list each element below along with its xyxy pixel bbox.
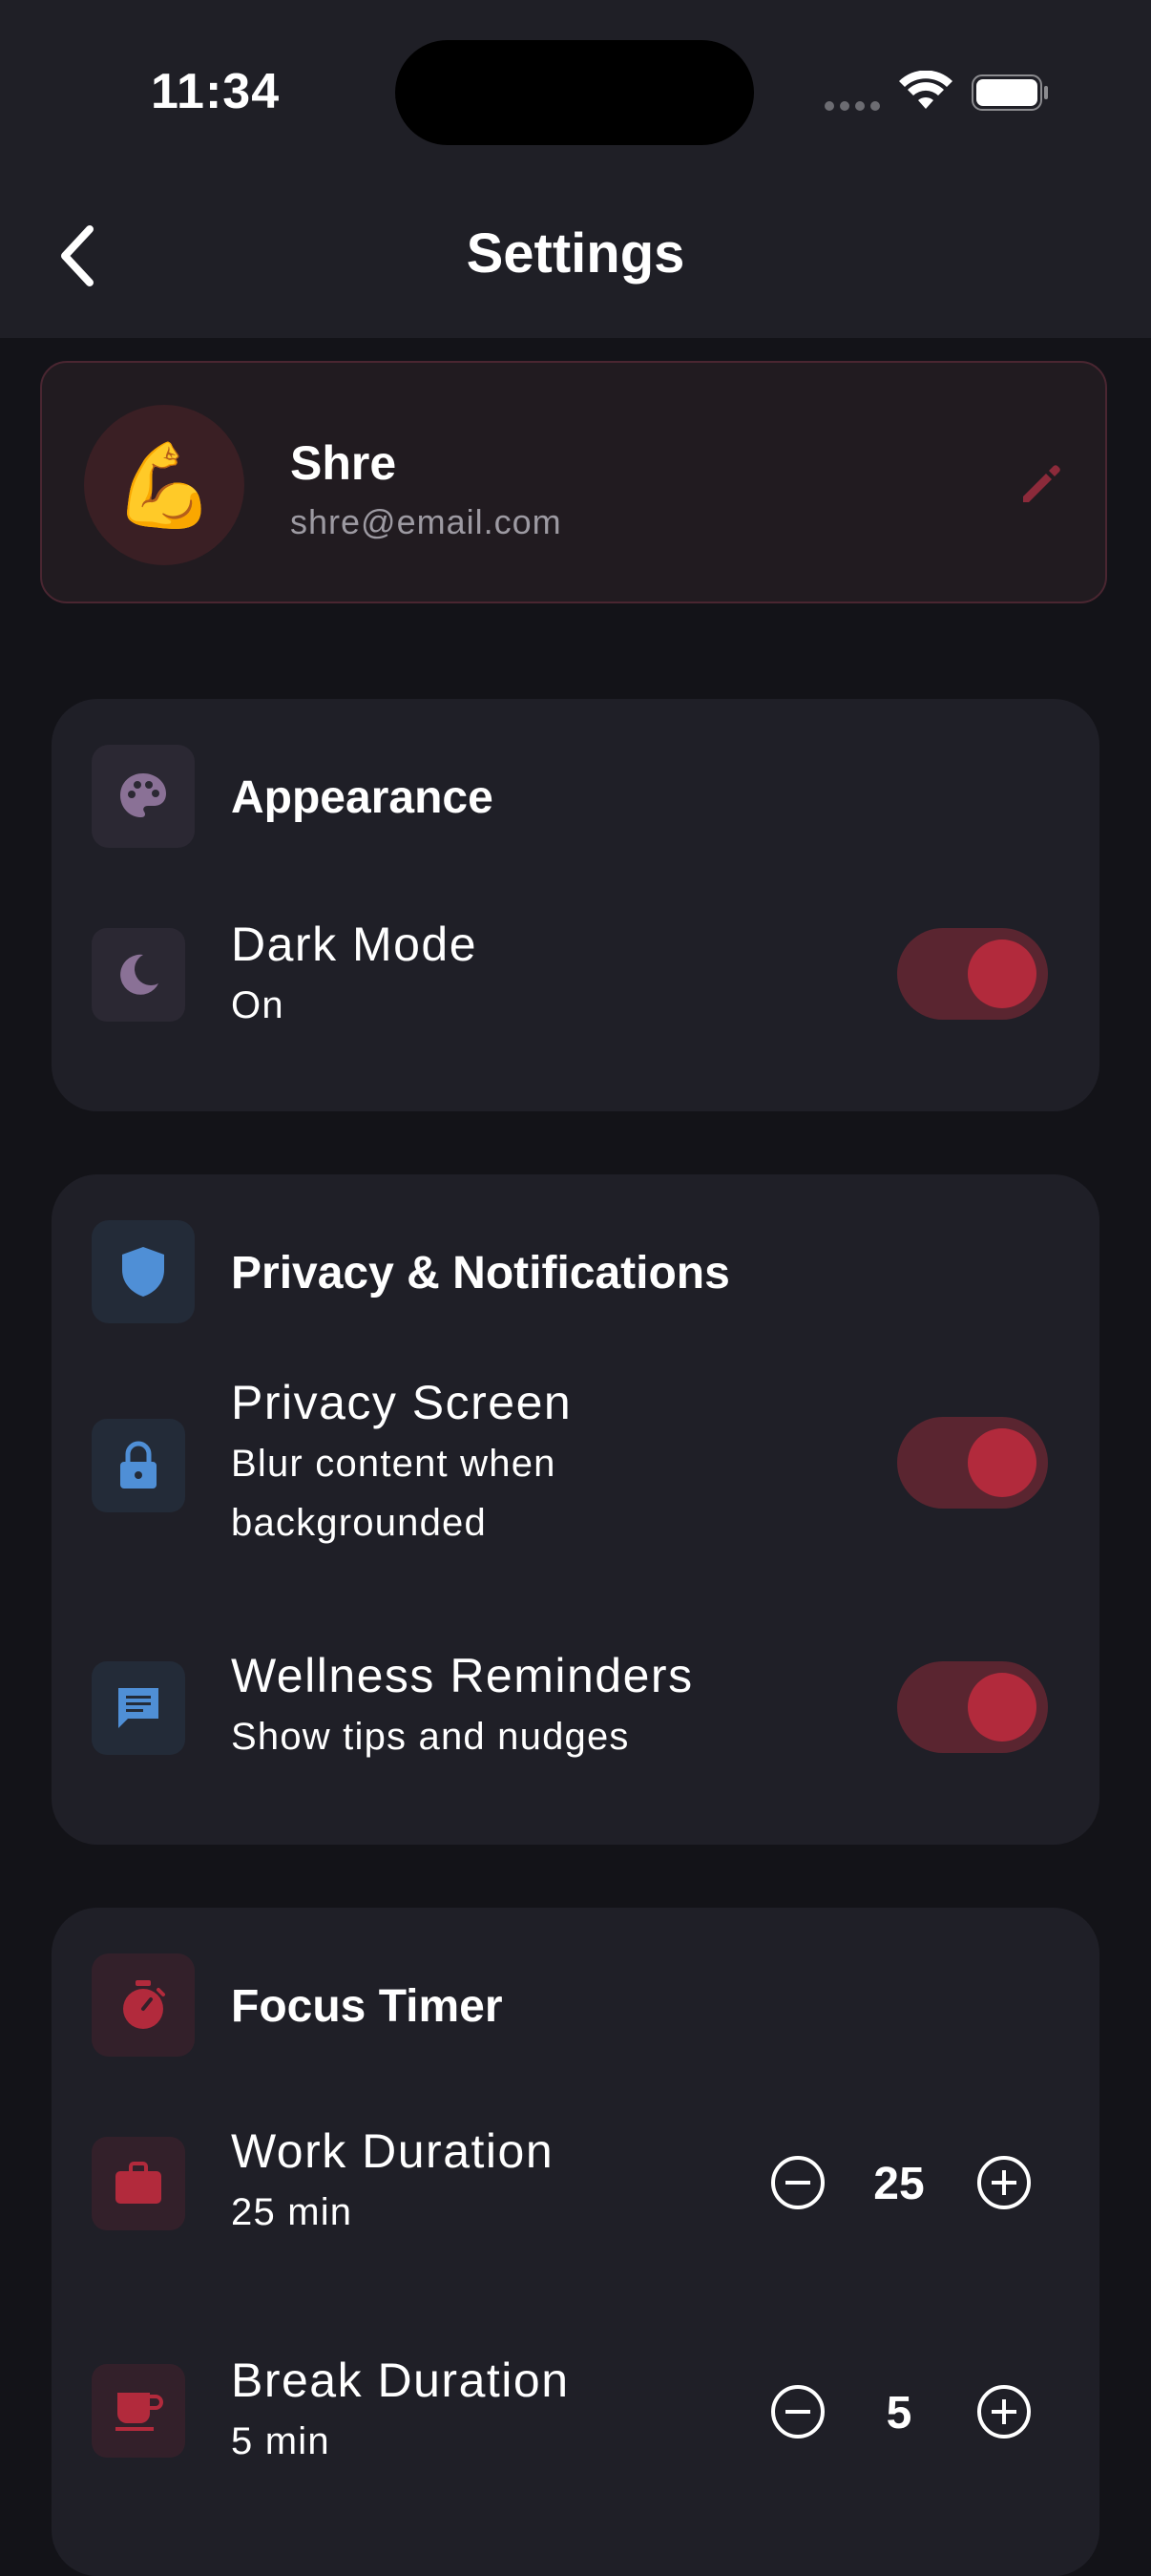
break-duration-value: 5 bbox=[886, 2388, 912, 2439]
work-duration-sub: 25 min bbox=[231, 2191, 353, 2233]
briefcase-icon bbox=[115, 2162, 161, 2204]
palette-icon bbox=[120, 773, 166, 817]
profile-name: Shre bbox=[290, 436, 397, 490]
break-increment-button[interactable] bbox=[975, 2383, 1033, 2440]
wifi-icon bbox=[899, 71, 952, 109]
work-decrement-button[interactable] bbox=[769, 2154, 827, 2211]
privacy-card: Privacy & Notifications Privacy Screen B… bbox=[52, 1174, 1099, 1845]
privacy-screen-sub-line2: backgrounded bbox=[231, 1502, 487, 1544]
break-duration-sub: 5 min bbox=[231, 2420, 330, 2462]
break-icon-box bbox=[92, 2364, 185, 2458]
privacy-screen-toggle[interactable] bbox=[897, 1417, 1048, 1509]
shield-icon bbox=[122, 1247, 164, 1297]
top-bar: 11:34 Settings bbox=[0, 0, 1151, 338]
cellular-signal-icon bbox=[825, 101, 880, 111]
wellness-icon-box bbox=[92, 1661, 185, 1755]
appearance-title: Appearance bbox=[231, 772, 493, 823]
avatar: 💪 bbox=[84, 405, 244, 565]
profile-card[interactable]: 💪 Shre shre@email.com bbox=[40, 361, 1107, 603]
work-increment-button[interactable] bbox=[975, 2154, 1033, 2211]
focus-timer-title: Focus Timer bbox=[231, 1981, 503, 2032]
page-title: Settings bbox=[466, 222, 685, 285]
work-duration-value: 25 bbox=[873, 2159, 925, 2209]
stopwatch-icon bbox=[123, 1980, 165, 2029]
toggle-knob bbox=[968, 1428, 1036, 1497]
work-icon-box bbox=[92, 2137, 185, 2230]
dark-mode-status: On bbox=[231, 984, 284, 1026]
privacy-screen-label: Privacy Screen bbox=[231, 1376, 573, 1429]
toggle-knob bbox=[968, 1673, 1036, 1742]
privacy-icon-box bbox=[92, 1220, 195, 1323]
status-time: 11:34 bbox=[151, 64, 281, 119]
wellness-toggle[interactable] bbox=[897, 1661, 1048, 1753]
privacy-title: Privacy & Notifications bbox=[231, 1248, 730, 1299]
dark-mode-label: Dark Mode bbox=[231, 918, 478, 971]
dark-mode-icon-box bbox=[92, 928, 185, 1022]
work-duration-label: Work Duration bbox=[231, 2124, 555, 2178]
battery-icon bbox=[972, 74, 1048, 111]
focus-timer-icon-box bbox=[92, 1953, 195, 2057]
toggle-knob bbox=[968, 940, 1036, 1008]
appearance-icon-box bbox=[92, 745, 195, 848]
profile-email: shre@email.com bbox=[290, 502, 562, 541]
dynamic-island bbox=[395, 40, 754, 145]
lock-icon bbox=[120, 1441, 157, 1489]
focus-timer-card: Focus Timer Work Duration 25 min 25 Brea… bbox=[52, 1908, 1099, 2576]
coffee-icon bbox=[115, 2393, 163, 2431]
wellness-sub: Show tips and nudges bbox=[231, 1716, 630, 1758]
appearance-card: Appearance Dark Mode On bbox=[52, 699, 1099, 1111]
chat-icon bbox=[118, 1688, 158, 1728]
dark-mode-toggle[interactable] bbox=[897, 928, 1048, 1020]
break-duration-label: Break Duration bbox=[231, 2354, 570, 2407]
break-decrement-button[interactable] bbox=[769, 2383, 827, 2440]
pencil-icon[interactable] bbox=[1017, 462, 1063, 508]
moon-icon bbox=[120, 954, 158, 995]
wellness-label: Wellness Reminders bbox=[231, 1649, 694, 1702]
privacy-screen-icon-box bbox=[92, 1419, 185, 1512]
privacy-screen-sub-line1: Blur content when bbox=[231, 1443, 556, 1485]
